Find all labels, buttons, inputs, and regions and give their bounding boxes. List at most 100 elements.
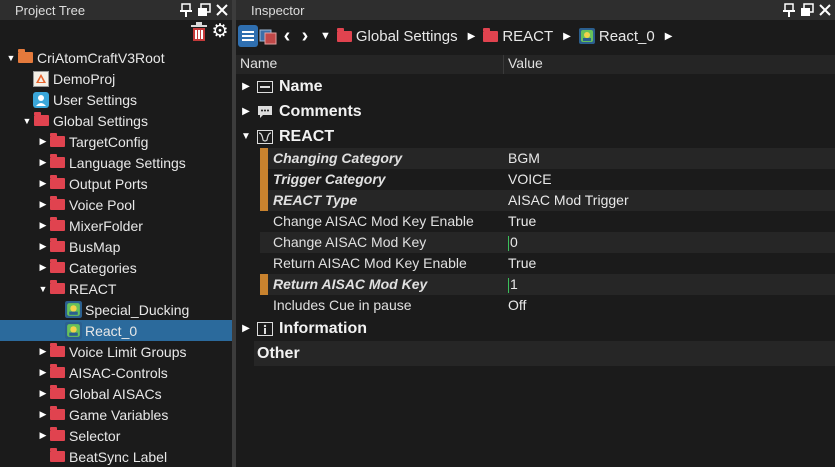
property-row[interactable]: Trigger Category VOICE: [260, 169, 835, 190]
property-value[interactable]: 0: [504, 232, 518, 253]
forward-button[interactable]: ›: [296, 25, 314, 48]
property-row[interactable]: Return AISAC Mod Key 1: [260, 274, 835, 295]
breadcrumb-separator-icon[interactable]: ▶: [468, 31, 476, 42]
tree-item[interactable]: DemoProj: [0, 68, 232, 89]
pin-icon[interactable]: [178, 1, 194, 18]
expand-arrow-icon[interactable]: ▶: [38, 152, 48, 173]
list-view-button[interactable]: [238, 25, 258, 47]
folder-icon: [48, 194, 66, 215]
tree-arrow-spacer: [54, 320, 64, 341]
tree-item[interactable]: ▶ MixerFolder: [0, 215, 232, 236]
expand-arrow-icon[interactable]: ▶: [38, 425, 48, 446]
history-dropdown-icon[interactable]: ▼: [320, 30, 331, 42]
breadcrumb-separator-icon[interactable]: ▶: [665, 31, 673, 42]
tree-item[interactable]: ▼ Global Settings: [0, 110, 232, 131]
folder-icon: [48, 446, 66, 467]
breadcrumb-item-react[interactable]: REACT: [483, 27, 553, 45]
property-value-text: 0: [510, 234, 518, 250]
property-row[interactable]: REACT Type AISAC Mod Trigger: [260, 190, 835, 211]
trash-icon[interactable]: [190, 22, 208, 42]
tree-item[interactable]: ▶ AISAC-Controls: [0, 362, 232, 383]
breadcrumb-item-react-0[interactable]: React_0: [578, 28, 655, 45]
property-value[interactable]: VOICE: [504, 169, 552, 190]
tree-item[interactable]: ▶ Voice Limit Groups: [0, 341, 232, 362]
property-name: Return AISAC Mod Key: [260, 274, 504, 295]
property-value-text: Off: [508, 297, 527, 313]
expand-arrow-icon[interactable]: ▶: [38, 194, 48, 215]
property-name: Return AISAC Mod Key Enable: [273, 255, 467, 271]
expand-arrow-icon[interactable]: ▶: [236, 81, 256, 92]
tree-item[interactable]: ▼ CriAtomCraftV3Root: [0, 47, 232, 68]
tree-item[interactable]: ▶ Global AISACs: [0, 383, 232, 404]
category-information[interactable]: ▶ Information: [236, 316, 835, 341]
category-comments[interactable]: ▶ Comments: [236, 99, 835, 124]
folder-icon: [48, 341, 66, 362]
tree-item[interactable]: ▶ Output Ports: [0, 173, 232, 194]
property-row[interactable]: Change AISAC Mod Key 0: [260, 232, 835, 253]
tree-item[interactable]: User Settings: [0, 89, 232, 110]
tree-item[interactable]: ▶ Selector: [0, 425, 232, 446]
property-row[interactable]: Includes Cue in pause Off: [260, 295, 835, 316]
tree-item[interactable]: Special_Ducking: [0, 299, 232, 320]
expand-arrow-icon[interactable]: ▶: [38, 215, 48, 236]
tree-item[interactable]: ▶ Categories: [0, 257, 232, 278]
property-value[interactable]: BGM: [504, 148, 540, 169]
breadcrumb-item-global-settings[interactable]: Global Settings: [336, 27, 458, 45]
property-row[interactable]: Return AISAC Mod Key Enable True: [260, 253, 835, 274]
tree-item[interactable]: ▶ TargetConfig: [0, 131, 232, 152]
collapse-arrow-icon[interactable]: ▼: [236, 131, 256, 142]
category-react[interactable]: ▼ REACT: [236, 124, 835, 149]
back-button[interactable]: ‹: [278, 25, 296, 48]
collapse-arrow-icon[interactable]: ▼: [38, 278, 48, 299]
tree-item[interactable]: ▶ BusMap: [0, 236, 232, 257]
expand-arrow-icon[interactable]: ▶: [38, 383, 48, 404]
tree-item-label: React_0: [85, 322, 138, 339]
category-name[interactable]: ▶ Name: [236, 74, 835, 99]
tree-item-label: Categories: [69, 259, 137, 276]
tree-item[interactable]: React_0: [0, 320, 232, 341]
react-curve-icon: [256, 129, 274, 145]
property-row[interactable]: Changing Category BGM: [260, 148, 835, 169]
property-value-text: VOICE: [508, 171, 552, 187]
property-value[interactable]: AISAC Mod Trigger: [504, 190, 629, 211]
property-row[interactable]: Change AISAC Mod Key Enable True: [260, 211, 835, 232]
expand-arrow-icon[interactable]: ▶: [236, 106, 256, 117]
breadcrumb-separator-icon[interactable]: ▶: [563, 31, 571, 42]
tree-item[interactable]: BeatSync Label: [0, 446, 232, 467]
info-icon: [256, 321, 274, 337]
expand-arrow-icon[interactable]: ▶: [38, 362, 48, 383]
tree-item[interactable]: ▶ Language Settings: [0, 152, 232, 173]
tree-item[interactable]: ▼ REACT: [0, 278, 232, 299]
collapse-arrow-icon[interactable]: ▼: [6, 47, 16, 68]
folder-icon: [48, 404, 66, 425]
expand-arrow-icon[interactable]: ▶: [38, 257, 48, 278]
expand-arrow-icon[interactable]: ▶: [38, 341, 48, 362]
property-value[interactable]: 1: [504, 274, 518, 295]
property-value[interactable]: True: [504, 211, 536, 232]
close-icon[interactable]: [214, 1, 230, 18]
folder-icon: [48, 236, 66, 257]
expand-arrow-icon[interactable]: ▶: [38, 173, 48, 194]
property-value[interactable]: Off: [504, 295, 526, 316]
expand-arrow-icon[interactable]: ▶: [236, 323, 256, 334]
float-window-icon[interactable]: [196, 1, 212, 18]
project-icon: [32, 68, 50, 89]
expand-arrow-icon[interactable]: ▶: [38, 404, 48, 425]
gear-icon[interactable]: ⚙: [210, 22, 230, 42]
close-icon[interactable]: [817, 1, 833, 18]
float-window-icon[interactable]: [799, 1, 815, 18]
property-value[interactable]: True: [504, 253, 536, 274]
project-tree: ▼ CriAtomCraftV3Root DemoProj User Settings…: [0, 47, 232, 467]
expand-arrow-icon[interactable]: ▶: [38, 131, 48, 152]
collapse-arrow-icon[interactable]: ▼: [22, 110, 32, 131]
column-header-value[interactable]: Value: [504, 55, 543, 74]
project-tree-toolbar: ⚙: [0, 20, 232, 44]
multi-window-button[interactable]: [258, 25, 278, 47]
column-header-name[interactable]: Name: [236, 55, 504, 74]
tree-item[interactable]: ▶ Voice Pool: [0, 194, 232, 215]
expand-arrow-icon[interactable]: ▶: [38, 236, 48, 257]
pin-icon[interactable]: [781, 1, 797, 18]
tree-item[interactable]: ▶ Game Variables: [0, 404, 232, 425]
category-other[interactable]: Other: [254, 341, 835, 366]
folder-icon: [336, 27, 352, 42]
